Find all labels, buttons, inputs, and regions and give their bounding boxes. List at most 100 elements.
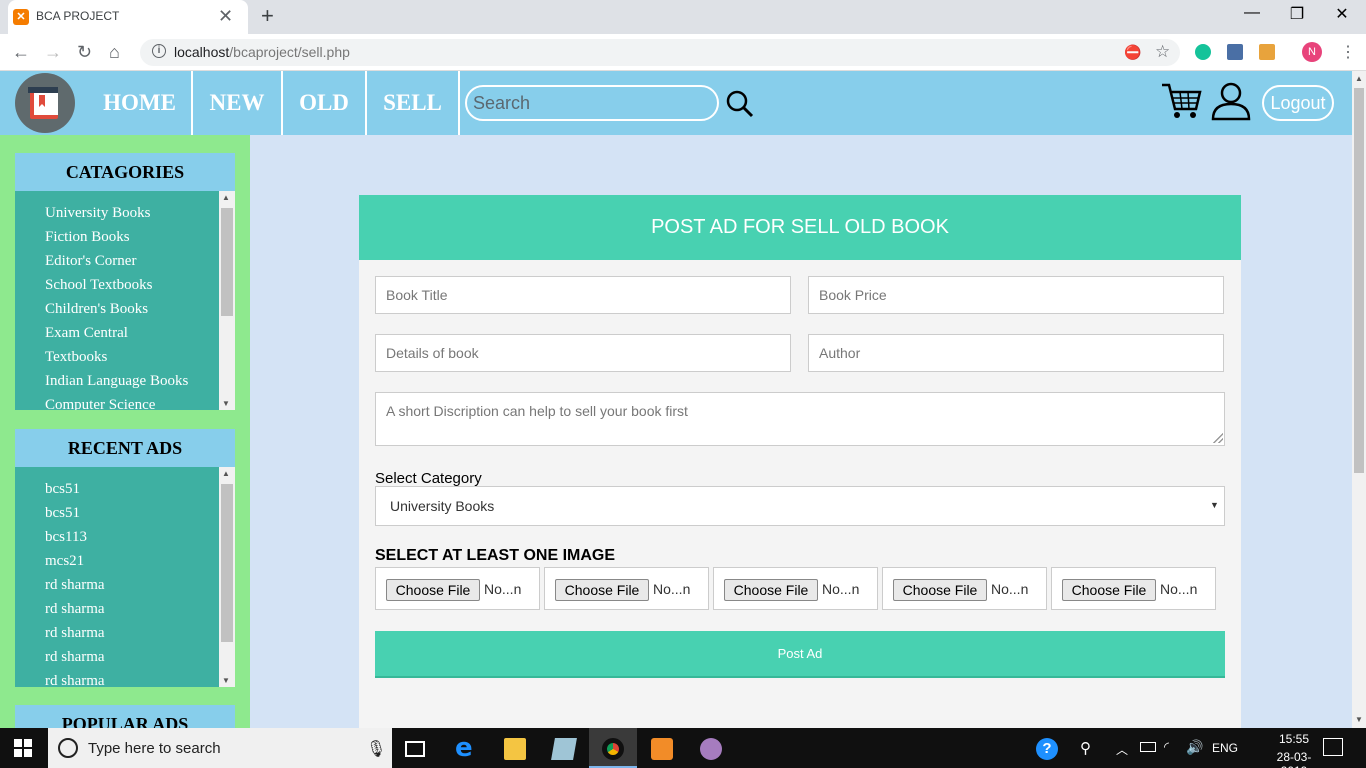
task-view-icon[interactable] [405,741,425,757]
scroll-thumb[interactable] [221,208,233,316]
file-input-2[interactable]: Choose File No...n [544,567,709,610]
site-info-icon[interactable]: i [152,44,166,58]
recent-ad-item[interactable]: rd sharma [45,577,105,594]
recent-ad-item[interactable]: rd sharma [45,673,105,687]
category-item[interactable]: University Books [45,205,150,222]
category-item[interactable]: Children's Books [45,301,148,318]
file-explorer-icon[interactable] [504,738,526,760]
recent-ad-item[interactable]: rd sharma [45,625,105,642]
sublime-text-icon[interactable] [651,738,673,760]
battery-icon[interactable] [1140,742,1156,752]
minimize-icon[interactable]: — [1237,4,1267,22]
people-icon[interactable]: ⚲ [1080,739,1091,757]
url-text[interactable]: localhost/bcaproject/sell.php [174,44,350,60]
choose-file-button[interactable]: Choose File [386,579,480,601]
recent-ads-heading: RECENT ADS [15,429,235,467]
notifications-icon[interactable] [1323,738,1343,756]
file-input-5[interactable]: Choose File No...n [1051,567,1216,610]
back-icon[interactable]: ← [12,42,30,63]
language-indicator[interactable]: ENG [1212,741,1238,755]
description-textarea[interactable]: A short Discription can help to sell you… [375,392,1225,446]
search-input[interactable] [465,85,719,121]
page-scroll-thumb[interactable] [1354,88,1364,473]
book-title-field[interactable]: Book Title [375,276,791,314]
category-item[interactable]: Fiction Books [45,229,130,246]
recent-ad-item[interactable]: rd sharma [45,601,105,618]
cart-icon[interactable] [1160,81,1202,121]
category-item[interactable]: Computer Science [45,397,155,410]
file-status: No...n [991,581,1029,597]
choose-file-button[interactable]: Choose File [724,579,818,601]
search-icon[interactable] [725,89,755,119]
scroll-up-icon[interactable]: ▲ [1355,74,1363,83]
show-hidden-icons[interactable]: ︿ [1116,741,1128,758]
recent-ad-item[interactable]: rd sharma [45,649,105,666]
recent-ad-item[interactable]: mcs21 [45,553,84,570]
wifi-icon[interactable]: ◜ [1164,739,1169,755]
book-price-field[interactable]: Book Price [808,276,1224,314]
extension-icon[interactable] [1259,44,1275,60]
scroll-down-icon[interactable]: ▼ [222,676,230,685]
tab-close-icon[interactable]: ✕ [218,6,233,27]
nav-old[interactable]: OLD [283,71,367,135]
user-icon[interactable] [1210,81,1252,121]
clock-date[interactable]: 28-03-2019 [1264,750,1324,768]
scroll-up-icon[interactable]: ▲ [222,469,230,478]
browser-menu-icon[interactable]: ⋮ [1340,42,1356,62]
scroll-thumb[interactable] [221,484,233,642]
grammarly-icon[interactable] [1195,44,1211,60]
extension-icon[interactable] [1227,44,1243,60]
book-details-field[interactable]: Details of book [375,334,791,372]
author-field[interactable]: Author [808,334,1224,372]
bookmark-star-icon[interactable]: ☆ [1155,42,1170,62]
choose-file-button[interactable]: Choose File [555,579,649,601]
category-item[interactable]: School Textbooks [45,277,152,294]
category-item[interactable]: Indian Language Books [45,373,188,390]
volume-icon[interactable]: 🔊 [1186,739,1203,756]
nav-new[interactable]: NEW [193,71,283,135]
microphone-icon[interactable]: 🎙 [366,739,386,759]
nav-sell[interactable]: SELL [367,71,460,135]
profile-avatar[interactable]: N [1302,42,1322,62]
category-item[interactable]: Editor's Corner [45,253,136,270]
post-ad-button[interactable]: Post Ad [375,631,1225,678]
file-input-3[interactable]: Choose File No...n [713,567,878,610]
categories-scrollbar[interactable]: ▲ ▼ [219,191,235,410]
new-tab-button[interactable]: + [261,3,274,29]
help-icon[interactable]: ? [1036,738,1058,760]
scroll-down-icon[interactable]: ▼ [1355,715,1363,724]
scroll-up-icon[interactable]: ▲ [222,193,230,202]
file-input-4[interactable]: Choose File No...n [882,567,1047,610]
category-select[interactable]: University Books [375,486,1225,526]
taskbar-search-placeholder[interactable]: Type here to search [88,740,221,757]
logout-button[interactable]: Logout [1262,85,1334,121]
category-item[interactable]: Exam Central [45,325,128,342]
recent-ad-item[interactable]: bcs113 [45,529,87,546]
choose-file-button[interactable]: Choose File [1062,579,1156,601]
home-icon[interactable]: ⌂ [109,42,120,63]
restore-icon[interactable]: ❐ [1282,4,1312,24]
blocked-popup-icon[interactable]: ⛔ [1124,44,1141,61]
scroll-down-icon[interactable]: ▼ [222,399,230,408]
paint-icon[interactable] [700,738,722,760]
category-item[interactable]: Textbooks [45,349,107,366]
reload-icon[interactable]: ↻ [77,42,92,63]
popular-ads-heading: POPULAR ADS [15,705,235,728]
nav-home[interactable]: HOME [88,71,193,135]
notepad-icon[interactable] [551,738,577,760]
tab-title: BCA PROJECT [36,9,120,23]
recent-ads-scrollbar[interactable]: ▲ ▼ [219,467,235,687]
file-input-1[interactable]: Choose File No...n [375,567,540,610]
forward-icon[interactable]: → [44,42,62,63]
recent-ad-item[interactable]: bcs51 [45,505,80,522]
windows-start-icon[interactable] [14,739,32,757]
resize-handle-icon[interactable] [1213,433,1223,443]
file-status: No...n [822,581,860,597]
categories-heading: CATAGORIES [15,153,235,191]
window-close-icon[interactable]: ✕ [1327,4,1357,24]
clock-time[interactable]: 15:55 [1264,732,1324,746]
site-logo[interactable] [15,73,75,133]
choose-file-button[interactable]: Choose File [893,579,987,601]
recent-ad-item[interactable]: bcs51 [45,481,80,498]
edge-icon[interactable]: e [455,733,473,763]
